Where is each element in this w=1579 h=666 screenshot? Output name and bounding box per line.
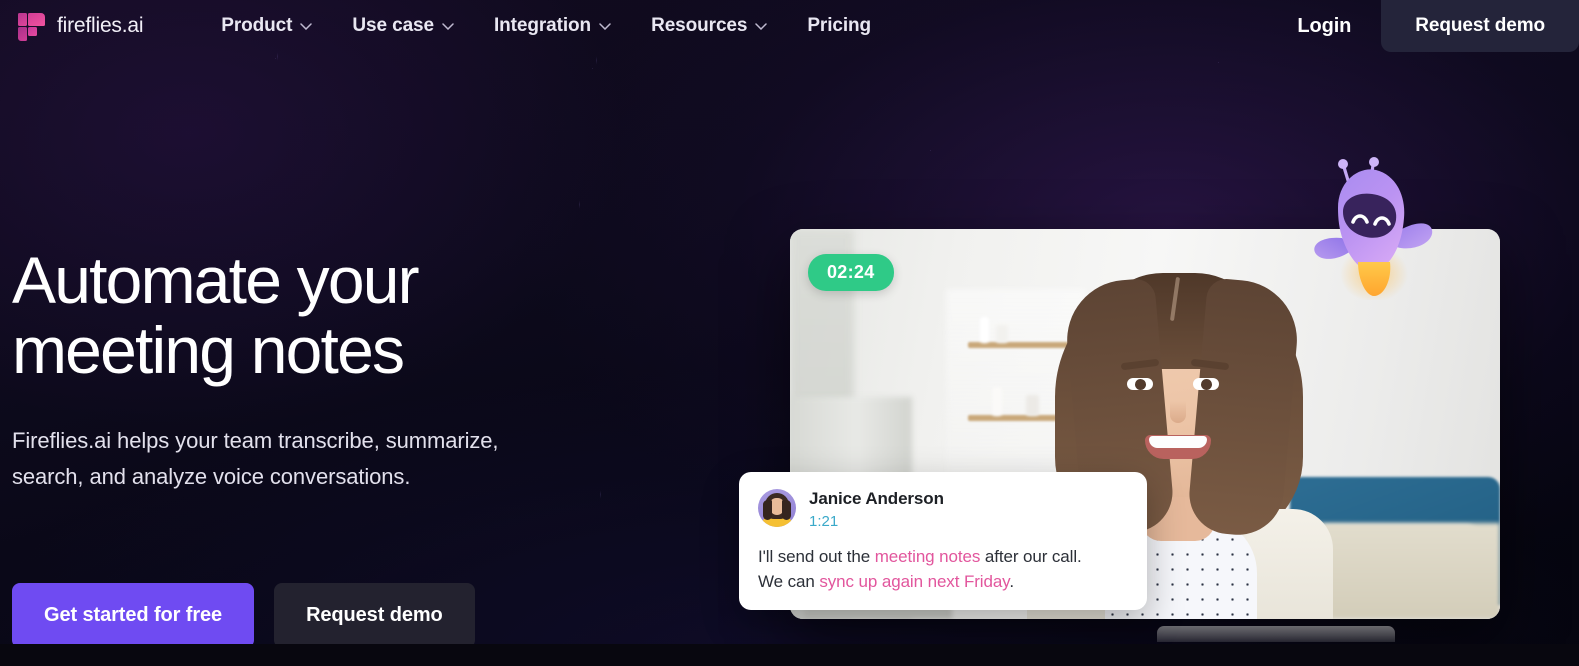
nav-item-label: Resources [651,15,748,36]
headline-line-2: meeting notes [12,313,405,387]
speaker-avatar [758,489,796,527]
nav-item-label: Pricing [807,15,872,36]
nav-item-label: Product [221,15,293,36]
caption-line1-pre: I'll send out the [758,547,875,566]
caption-line2-post: . [1009,572,1014,591]
get-started-button[interactable]: Get started for free [12,583,255,648]
request-demo-button[interactable]: Request demo [274,583,475,648]
bottom-strip [0,644,1579,666]
caption-timestamp[interactable]: 1:21 [809,513,944,530]
fireflies-logo-icon [18,11,46,41]
hero-cta-row: Get started for free Request demo [12,583,475,648]
nav-actions: Login Request demo [1267,0,1579,52]
login-link[interactable]: Login [1267,15,1381,38]
peek-card-below-video [1157,626,1395,642]
landing-page: fireflies.ai Product Use case Integratio… [0,0,1579,666]
chevron-down-icon [300,22,313,30]
firefly-mascot-icon [1308,152,1438,302]
timestamp-badge: 02:24 [808,254,894,291]
nav-item-product[interactable]: Product [201,9,332,43]
chevron-down-icon [442,22,454,30]
headline-line-1: Automate your [12,243,420,317]
speaker-name: Janice Anderson [809,489,944,508]
caption-highlight-sync-up[interactable]: sync up again next Friday [819,572,1009,591]
caption-text: I'll send out the meeting notes after ou… [758,544,1128,594]
page-title: Automate your meeting notes [12,245,632,385]
caption-highlight-meeting-notes[interactable]: meeting notes [875,547,981,566]
caption-header: Janice Anderson 1:21 [758,489,1128,530]
top-navigation-bar: fireflies.ai Product Use case Integratio… [0,0,1579,52]
nav-links: Product Use case Integration Resources P… [201,9,891,43]
brand-name: fireflies.ai [57,14,144,37]
hero-text-block: Automate your meeting notes Fireflies.ai… [12,245,632,495]
request-demo-nav-button[interactable]: Request demo [1381,0,1579,52]
caption-line2-pre: We can [758,572,820,591]
nav-item-label: Integration [494,15,592,36]
nav-item-use-case[interactable]: Use case [332,9,474,43]
hero-subheading: Fireflies.ai helps your team transcribe,… [12,428,499,489]
chevron-down-icon [755,22,768,30]
caption-speaker-block: Janice Anderson 1:21 [809,489,944,530]
brand-logo[interactable]: fireflies.ai [18,11,143,41]
caption-line1-post: after our call. [980,547,1082,566]
transcript-caption-card: Janice Anderson 1:21 I'll send out the m… [739,472,1147,610]
nav-item-pricing[interactable]: Pricing [787,9,891,43]
nav-item-label: Use case [352,15,434,36]
chevron-down-icon [599,22,611,30]
nav-item-integration[interactable]: Integration [474,9,631,43]
nav-item-resources[interactable]: Resources [631,9,787,43]
